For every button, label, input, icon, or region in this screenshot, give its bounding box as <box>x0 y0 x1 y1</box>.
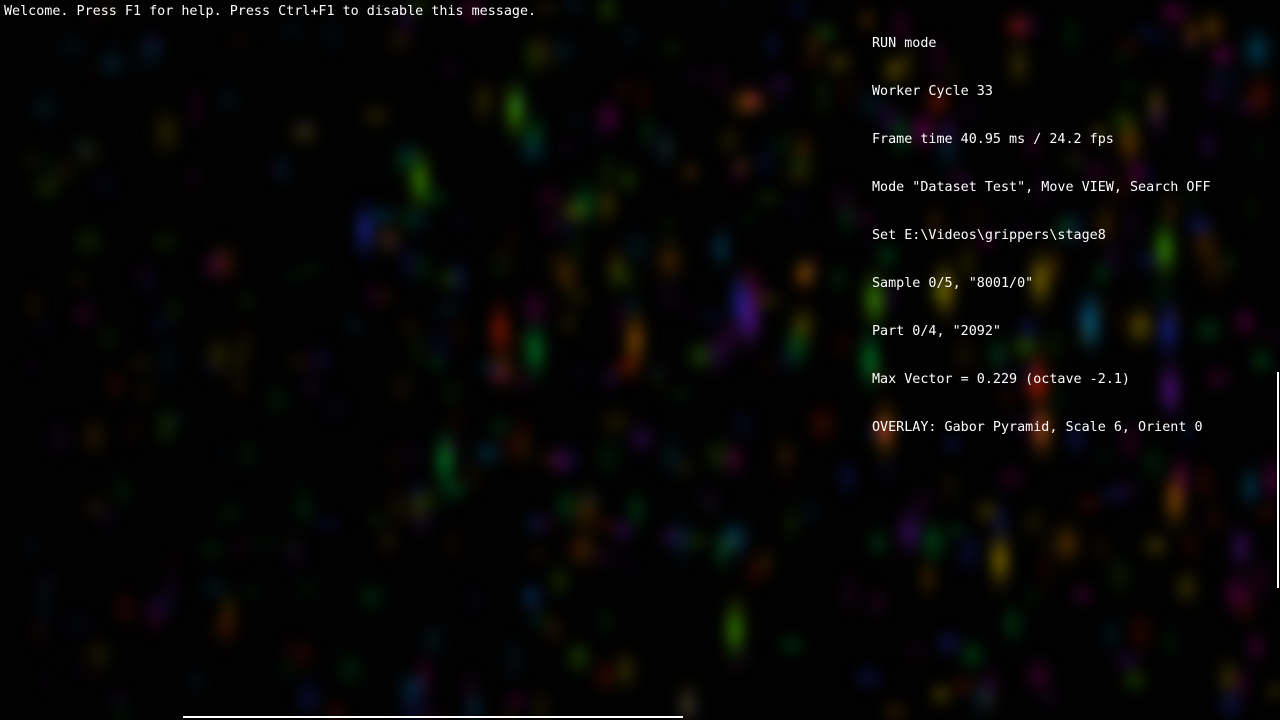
status-panel: RUN mode Worker Cycle 33 Frame time 40.9… <box>872 4 1211 468</box>
bottom-indicator-line <box>183 716 683 718</box>
mode-settings-label: Mode "Dataset Test", Move VIEW, Search O… <box>872 180 1211 195</box>
frame-time-label: Frame time 40.95 ms / 24.2 fps <box>872 132 1114 147</box>
visualization-viewport[interactable]: Welcome. Press F1 for help. Press Ctrl+F… <box>0 0 1280 720</box>
max-vector-label: Max Vector = 0.229 (octave -2.1) <box>872 372 1130 387</box>
right-edge-indicator-line <box>1277 372 1279 588</box>
welcome-message: Welcome. Press F1 for help. Press Ctrl+F… <box>4 4 537 19</box>
overlay-label: OVERLAY: Gabor Pyramid, Scale 6, Orient … <box>872 420 1203 435</box>
sample-label: Sample 0/5, "8001/0" <box>872 276 1034 291</box>
run-mode-label: RUN mode <box>872 36 937 51</box>
worker-cycle-label: Worker Cycle 33 <box>872 84 993 99</box>
dataset-path-label: Set E:\Videos\grippers\stage8 <box>872 228 1106 243</box>
part-label: Part 0/4, "2092" <box>872 324 1001 339</box>
